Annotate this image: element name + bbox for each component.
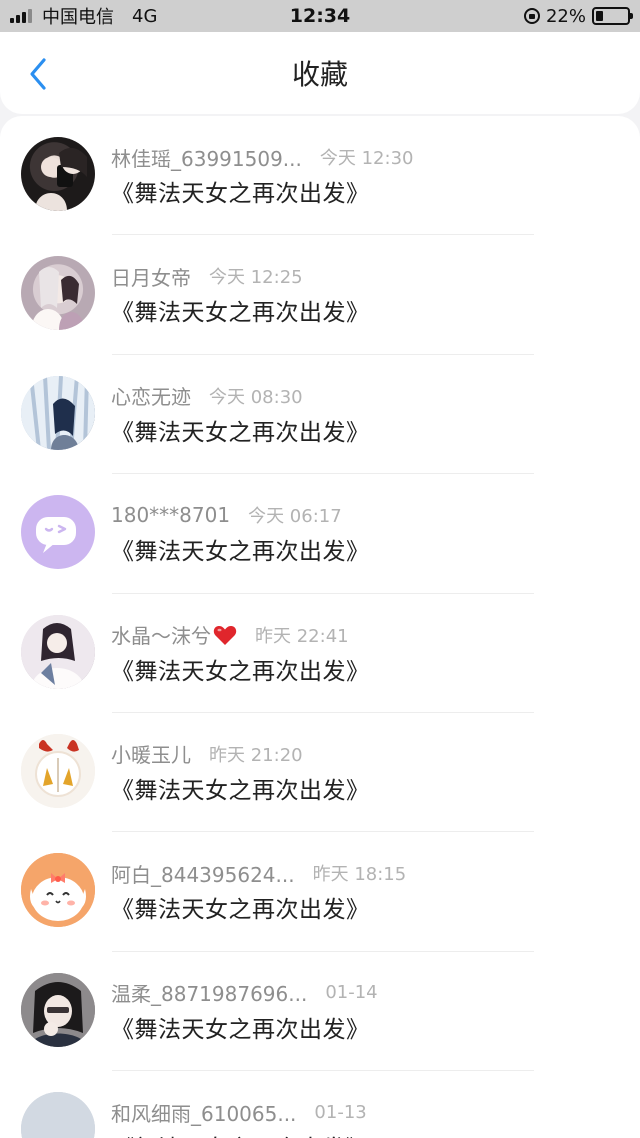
item-text: 阿白_844395624... 昨天 18:15 《舞法天女之再次出发》: [111, 860, 406, 924]
battery-percent: 22%: [545, 5, 586, 27]
list-item[interactable]: 水晶～沫兮 昨天 22:41 《舞法天女之再次出发》: [0, 594, 640, 714]
list-item[interactable]: 小暖玉儿 昨天 21:20 《舞法天女之再次出发》: [0, 713, 640, 833]
avatar[interactable]: [21, 375, 95, 450]
username: 心恋无迹: [111, 385, 191, 410]
timestamp: 昨天 18:15: [312, 864, 407, 886]
favorites-list: 林佳瑶_63991509... 今天 12:30 《舞法天女之再次出发》 日月女帝 今天…: [0, 116, 640, 1138]
item-title: 《舞法天女之再次出发》: [111, 1129, 370, 1138]
timestamp: 01-13: [314, 1101, 367, 1123]
item-meta: 心恋无迹 今天 08:30: [111, 383, 370, 409]
timestamp: 今天 12:30: [319, 148, 414, 169]
item-text: 心恋无迹 今天 08:30 《舞法天女之再次出发》: [111, 383, 370, 447]
username: 水晶～沫兮: [111, 624, 211, 649]
timestamp: 01-14: [325, 982, 378, 1004]
status-right: 22%: [523, 5, 633, 27]
item-meta: 和风细雨_610065... 01-13: [111, 1099, 370, 1126]
item-title: 《舞法天女之再次出发》: [111, 1016, 370, 1043]
timestamp: 今天 08:30: [209, 386, 303, 408]
username: 和风细雨_610065...: [111, 1101, 297, 1126]
username: 日月女帝: [111, 265, 191, 290]
chevron-left-icon: [30, 58, 46, 90]
timestamp: 今天 12:25: [209, 267, 303, 289]
item-meta: 林佳瑶_63991509... 今天 12:30: [111, 144, 414, 171]
item-text: 日月女帝 今天 12:25 《舞法天女之再次出发》: [111, 263, 370, 327]
username: 小暖玉儿: [111, 743, 191, 768]
item-title: 《舞法天女之再次出发》: [111, 897, 370, 924]
avatar[interactable]: [21, 733, 95, 808]
item-text: 水晶～沫兮 昨天 22:41 《舞法天女之再次出发》: [111, 622, 370, 686]
item-meta: 水晶～沫兮 昨天 22:41: [111, 622, 370, 648]
item-title: 《舞法天女之再次出发》: [111, 419, 370, 446]
item-title: 《舞法天女之再次出发》: [111, 658, 370, 685]
list-item[interactable]: 心恋无迹 今天 08:30 《舞法天女之再次出发》: [0, 355, 640, 475]
list-item[interactable]: 日月女帝 今天 12:25 《舞法天女之再次出发》: [0, 235, 640, 356]
username: 温柔_8871987696...: [111, 982, 308, 1007]
carrier-label: 中国电信: [42, 7, 114, 28]
list-item[interactable]: 180***8701 今天 06:17 《舞法天女之再次出发》: [0, 474, 640, 594]
item-text: 温柔_8871987696... 01-14 《舞法天女之再次出发》: [111, 980, 378, 1044]
item-meta: 温柔_8871987696... 01-14: [111, 980, 378, 1006]
timestamp: 昨天 22:41: [255, 625, 349, 647]
item-text: 小暖玉儿 昨天 21:20 《舞法天女之再次出发》: [111, 741, 370, 805]
timestamp: 昨天 21:20: [209, 744, 303, 766]
network-label: 4G: [132, 5, 158, 27]
list-item[interactable]: 温柔_8871987696... 01-14 《舞法天女之再次出发》: [0, 952, 640, 1072]
signal-icon: [10, 9, 32, 23]
item-text: 林佳瑶_63991509... 今天 12:30 《舞法天女之再次出发》: [111, 144, 413, 208]
nav-bar: 收藏: [0, 32, 640, 114]
status-left: 中国电信 4G: [10, 3, 157, 29]
avatar[interactable]: [21, 137, 95, 211]
avatar[interactable]: [21, 1092, 95, 1138]
avatar[interactable]: [21, 853, 95, 928]
username: 180***8701: [111, 503, 231, 528]
item-title: 《舞法天女之再次出发》: [111, 300, 370, 327]
battery-icon: [592, 7, 633, 25]
item-title: 《舞法天女之再次出发》: [111, 181, 370, 207]
list-item[interactable]: 林佳瑶_63991509... 今天 12:30 《舞法天女之再次出发》: [0, 116, 640, 236]
back-button[interactable]: [20, 54, 56, 94]
list-item[interactable]: 阿白_844395624... 昨天 18:15 《舞法天女之再次出发》: [0, 832, 640, 953]
item-meta: 180***8701 今天 06:17: [111, 502, 370, 528]
timestamp: 今天 06:17: [248, 506, 342, 528]
item-title: 《舞法天女之再次出发》: [111, 777, 370, 804]
item-meta: 阿白_844395624... 昨天 18:15: [111, 860, 407, 887]
heart-icon: [213, 624, 237, 646]
username: 林佳瑶_63991509...: [111, 146, 302, 171]
list-item[interactable]: 和风细雨_610065... 01-13 《舞法天女之再次出发》: [0, 1071, 640, 1138]
battery-level: [596, 11, 603, 21]
avatar[interactable]: [21, 256, 95, 331]
item-text: 和风细雨_610065... 01-13 《舞法天女之再次出发》: [111, 1099, 370, 1138]
page-title: 收藏: [291, 58, 348, 91]
item-meta: 小暖玉儿 昨天 21:20: [111, 741, 370, 767]
username: 阿白_844395624...: [111, 862, 295, 887]
avatar[interactable]: [21, 495, 95, 570]
item-title: 《舞法天女之再次出发》: [111, 539, 370, 566]
avatar[interactable]: [21, 972, 95, 1047]
avatar[interactable]: [21, 614, 95, 689]
item-meta: 日月女帝 今天 12:25: [111, 263, 370, 290]
rotation-lock-icon: [523, 8, 540, 24]
status-bar: 中国电信 4G 12:34 22%: [0, 0, 640, 32]
item-text: 180***8701 今天 06:17 《舞法天女之再次出发》: [111, 502, 370, 566]
